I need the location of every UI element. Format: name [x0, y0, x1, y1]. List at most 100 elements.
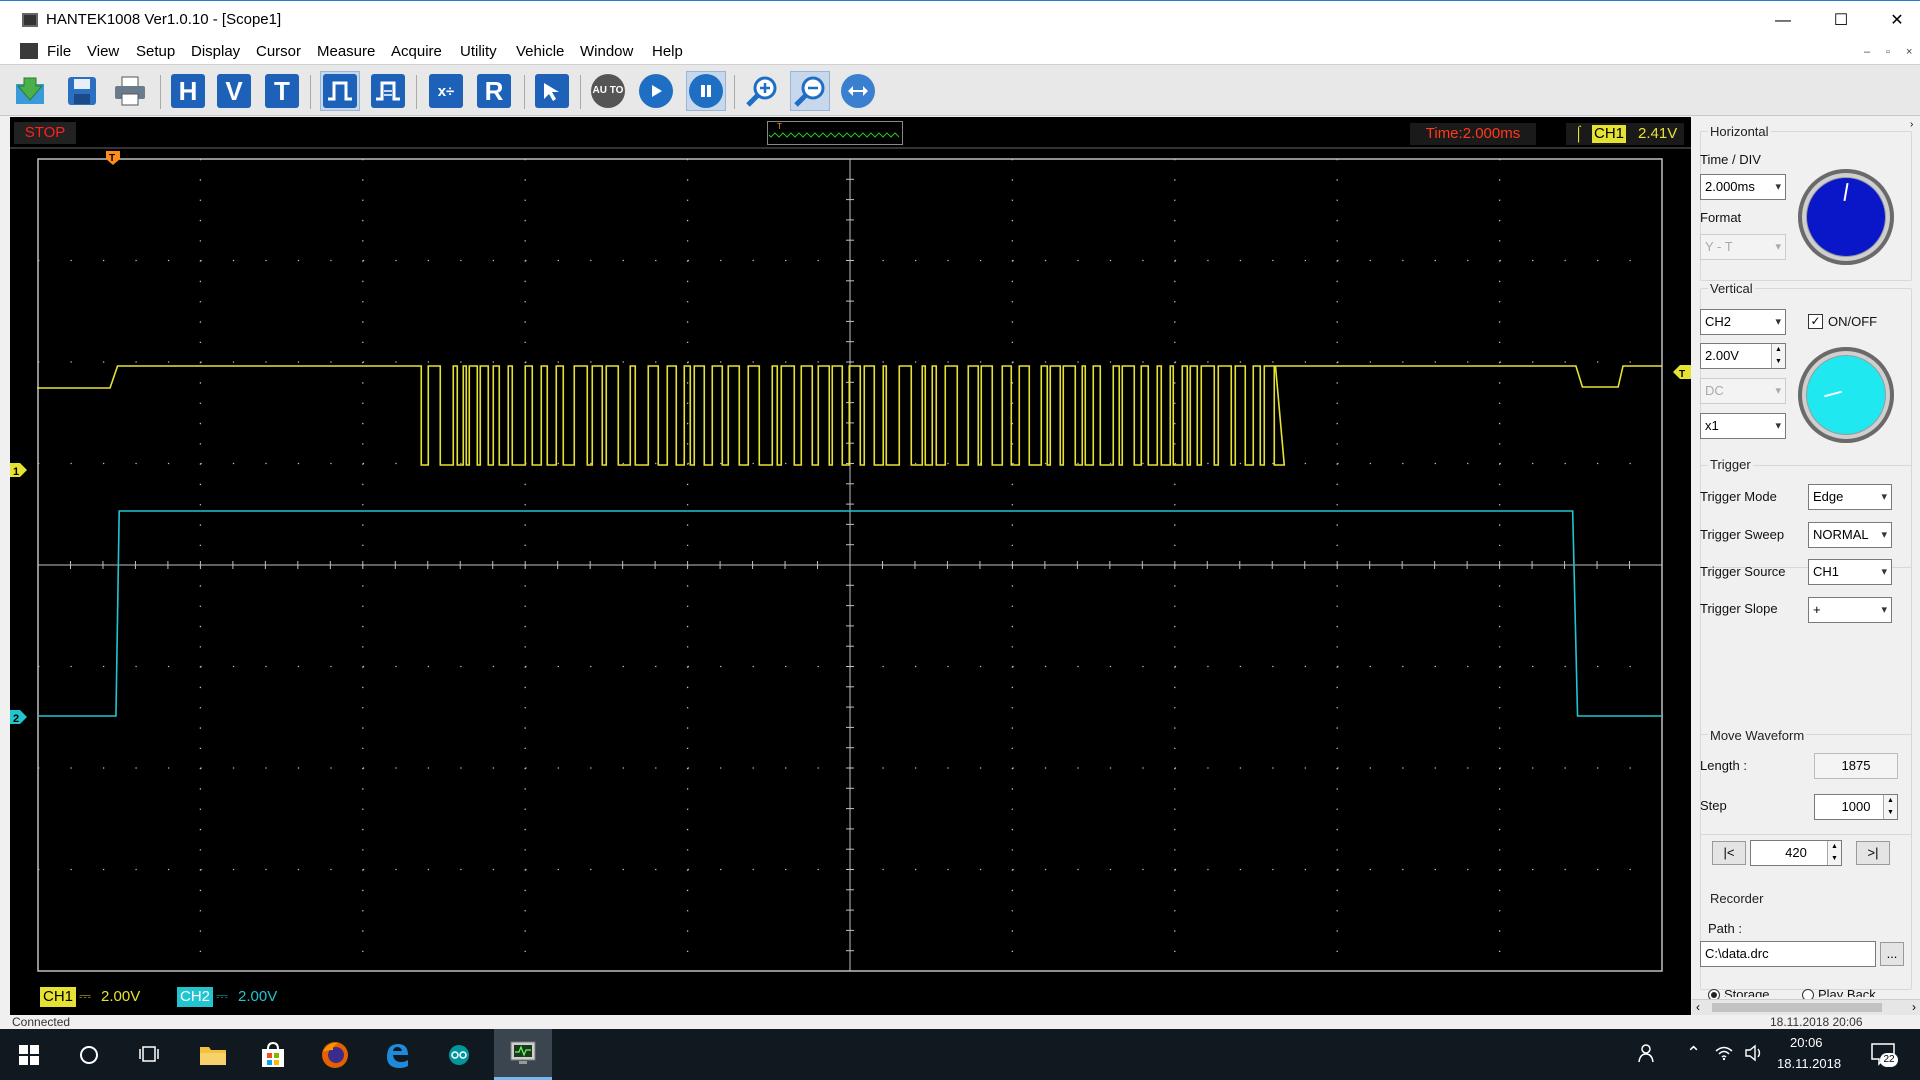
move-waveform-title: Move Waveform [1708, 728, 1807, 743]
step-spinner[interactable]: ▲ ▼ [1883, 795, 1897, 819]
step-field[interactable]: 1000 ▲ ▼ [1814, 794, 1898, 820]
format-select[interactable]: Y - T ▾ [1700, 234, 1786, 260]
start-button[interactable] [0, 1029, 58, 1080]
first-button[interactable]: |< [1712, 841, 1746, 865]
menu-setup[interactable]: Setup [136, 43, 175, 60]
trigger-channel-label: CH1 [1592, 125, 1627, 143]
panel-scrollbar[interactable]: ‹ › [1692, 999, 1920, 1015]
notification-count: 22 [1880, 1053, 1898, 1067]
trigger-position-marker[interactable]: T [106, 151, 120, 165]
stop-button[interactable] [686, 71, 726, 111]
waveform-overview[interactable]: T [767, 121, 903, 145]
probe-select[interactable]: x1 ▾ [1700, 413, 1786, 439]
store-button[interactable] [244, 1029, 302, 1080]
volts-div-knob[interactable] [1798, 347, 1894, 443]
menu-file[interactable]: File [47, 43, 71, 60]
volts-div-field[interactable]: 2.00V ▲ ▼ [1700, 343, 1786, 369]
menu-vehicle[interactable]: Vehicle [516, 43, 564, 60]
scope-display[interactable]: STOP T Time:2.000ms ⌠ CH1 2.41V T 1 2 T … [10, 117, 1691, 1015]
menu-display[interactable]: Display [191, 43, 240, 60]
document-icon[interactable] [20, 43, 38, 59]
menu-measure[interactable]: Measure [317, 43, 375, 60]
onoff-checkbox[interactable]: ✓ [1808, 314, 1823, 329]
time-div-select[interactable]: 2.000ms ▾ [1700, 174, 1786, 200]
edge-button[interactable] [368, 1029, 426, 1080]
trigger-level-marker[interactable]: T [1673, 365, 1691, 380]
horizontal-button[interactable]: H [168, 71, 208, 111]
waveform-plot[interactable]: T 1 2 T [10, 151, 1691, 981]
mdi-close-button[interactable]: × [1906, 46, 1912, 58]
ch1-level-marker[interactable]: 1 [10, 463, 27, 478]
chevron-up-icon[interactable]: ⌃ [1686, 1043, 1701, 1064]
firefox-button[interactable] [306, 1029, 364, 1080]
arduino-button[interactable] [430, 1029, 488, 1080]
scroll-up-icon[interactable]: › [1910, 119, 1913, 130]
pulse-measure-button[interactable] [368, 71, 408, 111]
menu-cursor[interactable]: Cursor [256, 43, 301, 60]
trigger-slope-select[interactable]: + ▾ [1808, 597, 1892, 623]
volume-icon[interactable] [1744, 1044, 1764, 1065]
task-view-button[interactable] [120, 1029, 178, 1080]
last-button[interactable]: >| [1856, 841, 1890, 865]
math-button[interactable]: x÷ [426, 71, 466, 111]
menu-window[interactable]: Window [580, 43, 633, 60]
vertical-channel-select[interactable]: CH2 ▾ [1700, 309, 1786, 335]
close-button[interactable]: ✕ [1874, 7, 1920, 35]
volts-spinner[interactable]: ▲ ▼ [1771, 344, 1785, 368]
menu-utility[interactable]: Utility [460, 43, 497, 60]
fit-button[interactable] [838, 71, 878, 111]
vertical-button[interactable]: V [214, 71, 254, 111]
reference-button[interactable]: R [474, 71, 514, 111]
run-button[interactable] [636, 71, 676, 111]
coupling-select[interactable]: DC ▾ [1700, 378, 1786, 404]
minimize-button[interactable]: — [1760, 7, 1806, 35]
ch1-scale: 2.00V [101, 988, 141, 1005]
panel-vertical-scrollbar[interactable]: › [1910, 117, 1920, 999]
zoom-in-button[interactable] [742, 71, 782, 111]
open-button[interactable] [12, 71, 52, 111]
save-button[interactable] [62, 71, 102, 111]
pulse-mode-button[interactable] [320, 71, 360, 111]
clock-date[interactable]: 18.11.2018 [1777, 1056, 1841, 1071]
trigger-mode-select[interactable]: Edge ▾ [1808, 484, 1892, 510]
zoom-out-icon [794, 76, 825, 107]
printer-icon [115, 76, 145, 106]
store-icon [262, 1041, 284, 1067]
cursor-button[interactable] [532, 71, 572, 111]
file-explorer-button[interactable] [184, 1029, 242, 1080]
menu-help[interactable]: Help [652, 43, 683, 60]
mdi-minimize-button[interactable]: – [1864, 46, 1870, 58]
browse-button[interactable]: ... [1880, 942, 1904, 966]
action-center-button[interactable]: 22 [1870, 1041, 1898, 1067]
ch2-level-marker[interactable]: 2 [10, 710, 27, 725]
search-button[interactable] [60, 1029, 118, 1080]
svg-text:2: 2 [13, 713, 19, 725]
time-div-knob[interactable] [1798, 169, 1894, 265]
ch2-label[interactable]: CH2 [177, 987, 214, 1007]
people-icon[interactable] [1638, 1042, 1658, 1067]
wifi-icon[interactable] [1714, 1045, 1734, 1064]
windows-icon [19, 1044, 39, 1065]
scroll-left-icon[interactable]: ‹ [1696, 1000, 1700, 1014]
position-field[interactable]: 420 ▲ ▼ [1750, 840, 1842, 866]
print-button[interactable] [110, 71, 150, 111]
position-spinner[interactable]: ▲ ▼ [1827, 841, 1841, 865]
hantek-taskbar-button[interactable] [494, 1029, 552, 1080]
trigger-source-select[interactable]: CH1 ▾ [1808, 559, 1892, 585]
path-field[interactable]: C:\data.drc [1700, 941, 1876, 967]
zoom-out-button[interactable] [790, 71, 830, 111]
status-bar: Connected 18.11.2018 20:06 [0, 1015, 1920, 1029]
maximize-button[interactable]: ☐ [1818, 7, 1864, 35]
trigger-button[interactable]: T [262, 71, 302, 111]
menu-acquire[interactable]: Acquire [391, 43, 442, 60]
mdi-restore-button[interactable]: ▫ [1886, 46, 1890, 58]
menu-view[interactable]: View [87, 43, 119, 60]
toolbar: H V T x÷ R AU TO [0, 64, 1920, 116]
trigger-sweep-select[interactable]: NORMAL ▾ [1808, 522, 1892, 548]
clock-time[interactable]: 20:06 [1790, 1035, 1823, 1050]
open-folder-icon [16, 77, 44, 104]
scrollbar-thumb[interactable] [1712, 1003, 1882, 1012]
ch1-label[interactable]: CH1 [40, 987, 77, 1007]
auto-button[interactable]: AU TO [588, 71, 628, 111]
scroll-right-icon[interactable]: › [1912, 1000, 1916, 1014]
